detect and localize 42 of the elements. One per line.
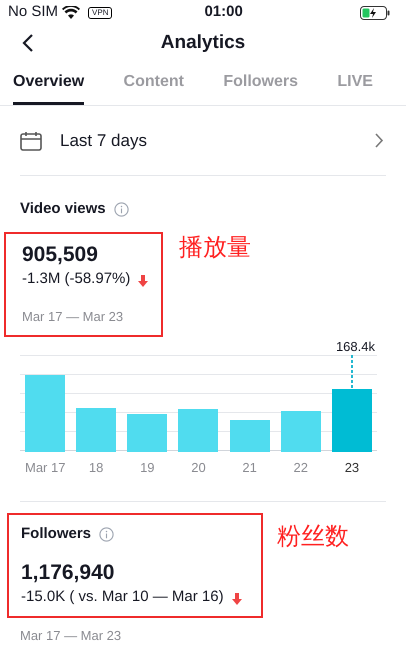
change-text: -1.3M (-58.97%) [22, 268, 130, 288]
axis-label: 20 [190, 458, 207, 476]
tab[interactable]: Overview [13, 62, 84, 105]
period-text: Mar 17 — Mar 23 [20, 627, 122, 645]
chart-bar[interactable] [127, 414, 168, 452]
battery-icon [360, 6, 390, 20]
section-title: Video views [20, 199, 106, 219]
back-icon [22, 34, 34, 52]
followers-value: 1,176,940 [21, 560, 116, 586]
axis-label: 18 [88, 458, 104, 476]
axis-label: Mar 17 [25, 458, 65, 476]
axis-label: 19 [139, 458, 156, 476]
carrier-text: No SIM [8, 2, 58, 22]
chart-bar[interactable] [178, 408, 218, 452]
chevron-right-icon [375, 133, 384, 148]
chart-bar[interactable] [25, 374, 65, 452]
chart-bar[interactable] [280, 410, 321, 452]
wifi-icon [62, 6, 80, 19]
vpn-badge: VPN [88, 6, 112, 18]
axis-label: 23 [344, 458, 360, 476]
period-text: Mar 17 — Mar 23 [22, 308, 124, 326]
clock-text: 01:00 [204, 2, 243, 22]
chart-bar[interactable] [230, 420, 270, 452]
tab[interactable]: LIVE [337, 62, 373, 105]
calendar-icon [20, 130, 42, 150]
tab[interactable]: Content [124, 62, 184, 105]
tab[interactable]: Followers [223, 62, 298, 105]
axis-label: 22 [292, 458, 310, 476]
peak-value-label: 168.4k [336, 338, 375, 354]
video-views-value: 905,509 [22, 242, 99, 268]
axis-label: 21 [241, 458, 258, 476]
info-icon[interactable] [114, 202, 129, 217]
chart-bar[interactable] [76, 408, 116, 452]
chart-bar[interactable] [332, 388, 372, 452]
section-title: Followers [21, 524, 92, 544]
change-text: -15.0K ( vs. Mar 10 — Mar 16) [21, 586, 224, 606]
peak-marker-line [350, 354, 353, 388]
info-icon[interactable] [99, 526, 114, 542]
annotation-text: 播放量 [179, 232, 251, 262]
annotation-text: 粉丝数 [277, 522, 349, 552]
page-title: Analytics [160, 31, 246, 56]
date-range-selector[interactable]: Last 7 days [20, 106, 386, 176]
